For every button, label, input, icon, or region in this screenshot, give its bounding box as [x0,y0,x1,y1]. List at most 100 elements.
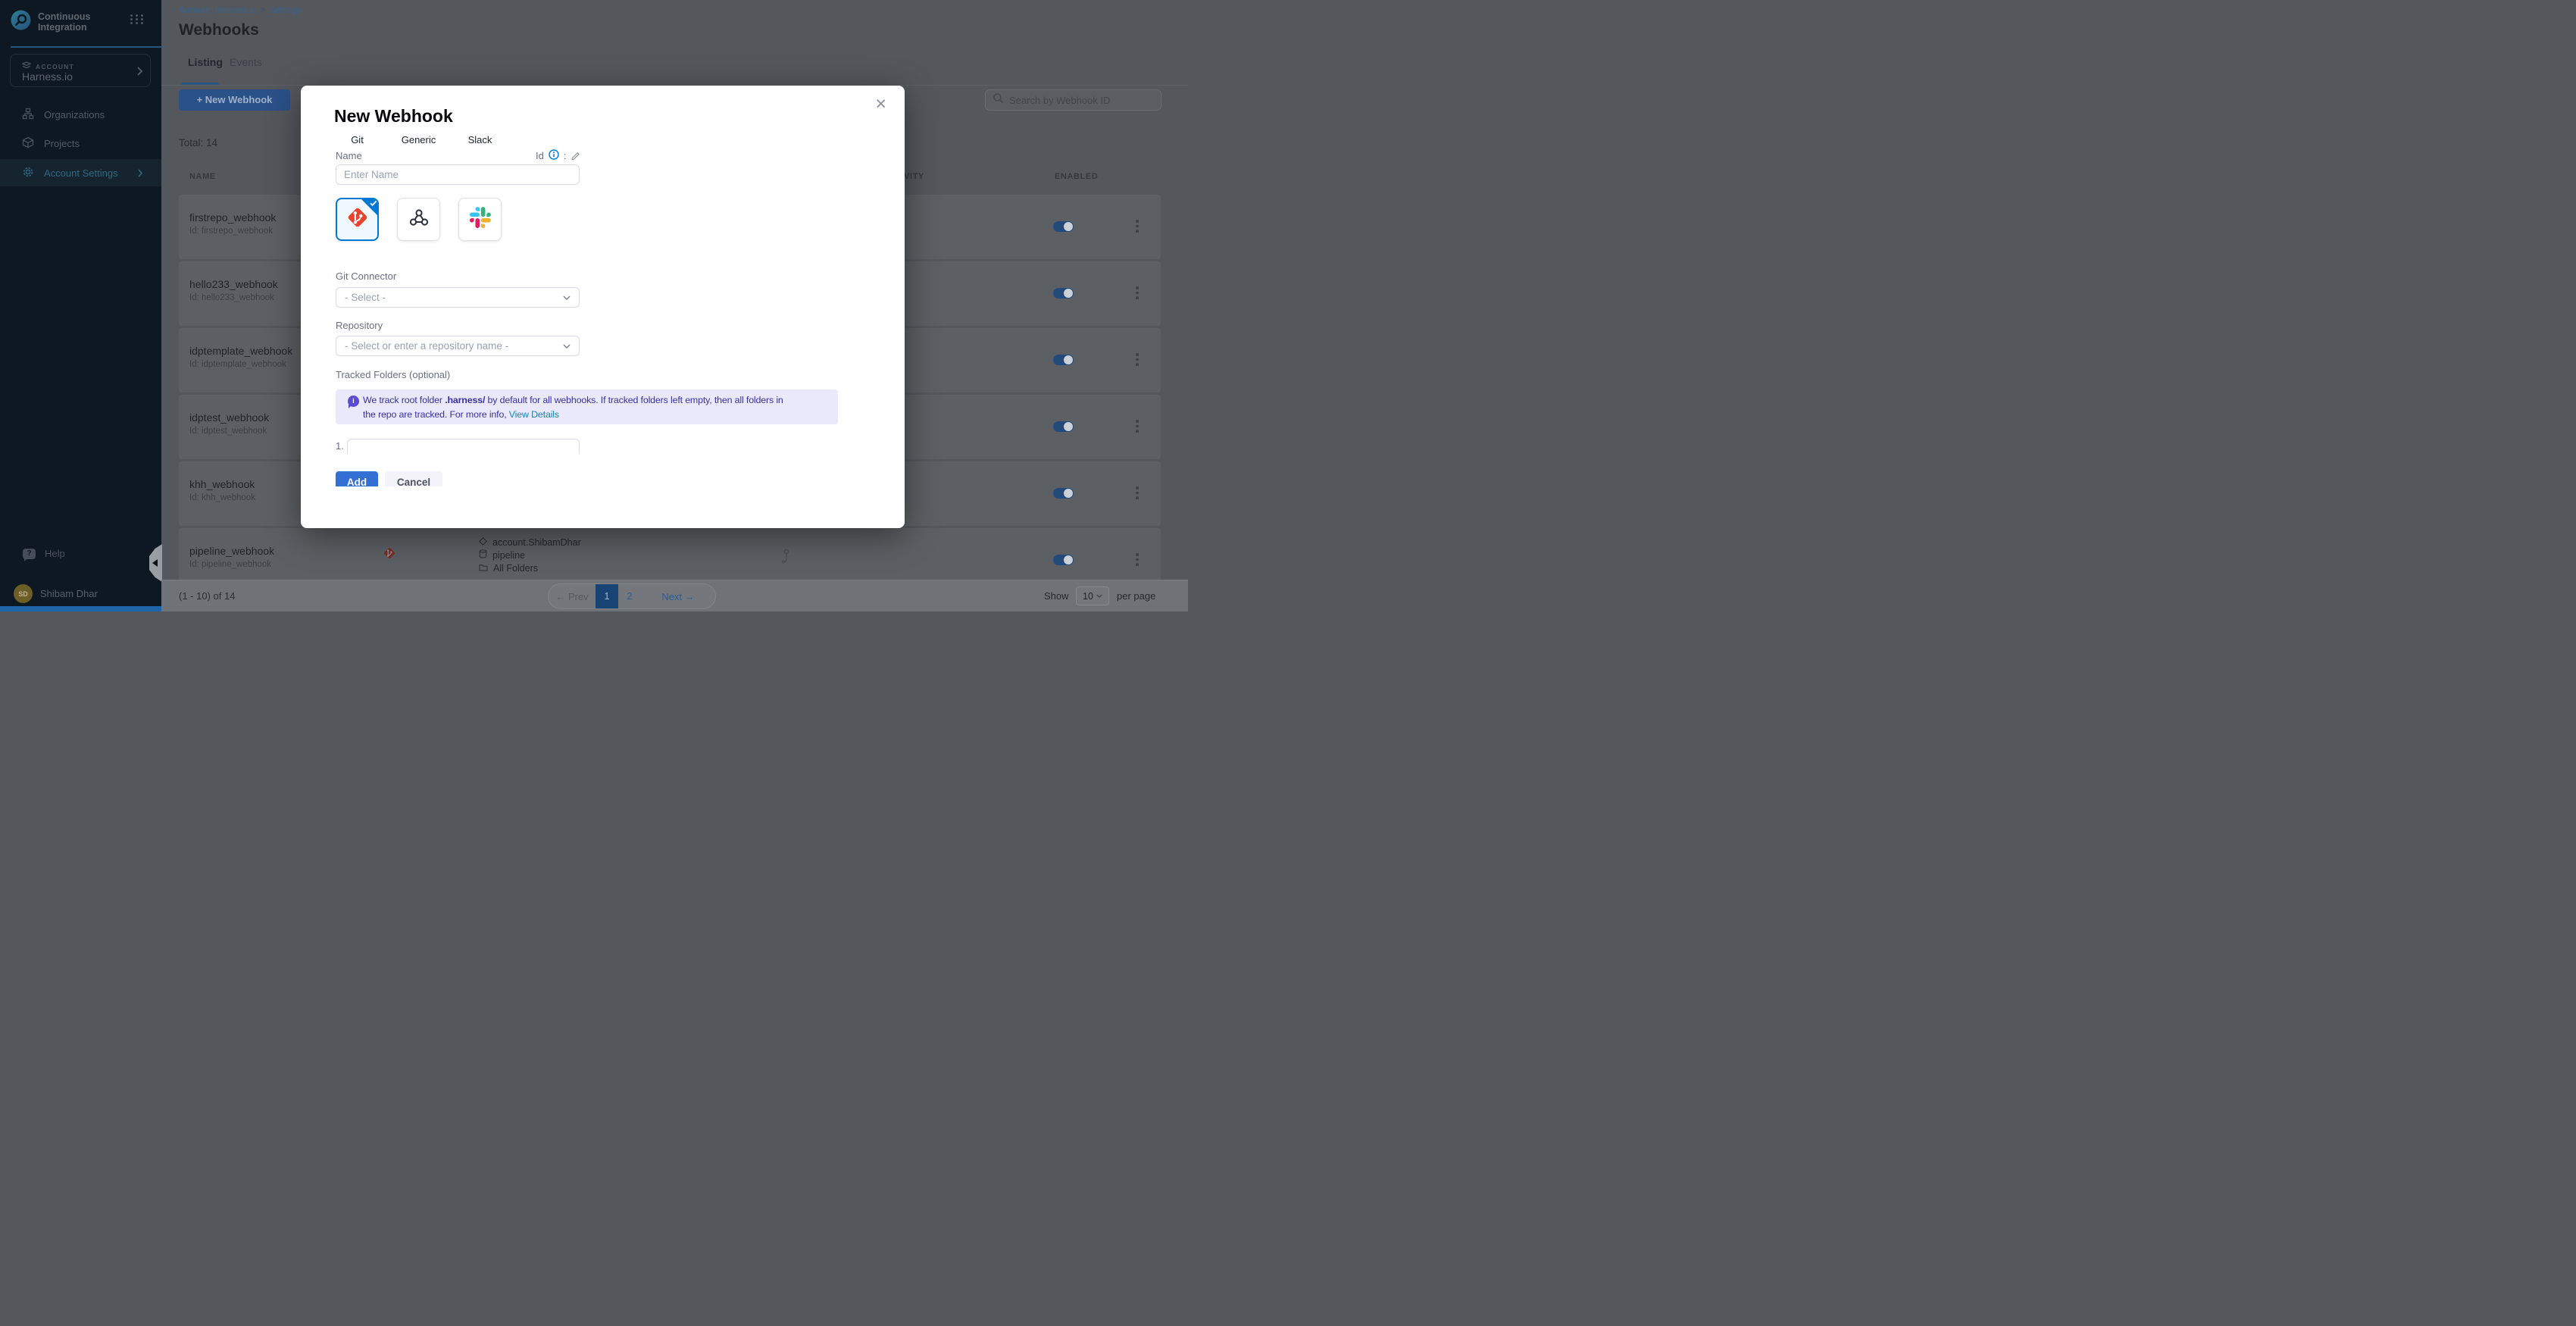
edit-id-icon[interactable] [571,150,580,162]
id-separator: : [564,150,567,161]
gear-icon [22,166,34,180]
help-icon: ? [23,549,36,559]
name-label: Name [336,150,362,161]
provider-cards [336,198,502,241]
folder-row-index: 1. [336,440,344,452]
tab-listing[interactable]: Listing [188,56,223,68]
repository-icon [479,549,487,561]
repository-value: - Select or enter a repository name - [345,340,508,352]
info-icon: i [348,396,359,407]
provider-label-slack: Slack [458,134,502,145]
info-icon[interactable] [549,149,559,162]
activity-icon [780,548,792,568]
row-menu-button[interactable] [1134,353,1140,368]
total-count: Total: 14 [179,137,217,149]
app-switcher-icon[interactable] [130,14,145,24]
repository-label: Repository [336,320,383,331]
enabled-toggle[interactable] [1053,555,1074,565]
page-title: Webhooks [179,21,259,39]
tracked-folders-ref: All Folders [493,563,538,574]
webhook-name-input[interactable] [336,164,580,185]
add-button[interactable]: Add [336,471,378,486]
toggle-knob [1064,422,1073,431]
webhook-name: idptemplate_webhook [189,345,292,357]
slack-logo-icon [470,207,491,232]
account-name: Harness.io [22,70,73,83]
close-icon[interactable]: × [875,95,886,114]
account-selector[interactable]: ACCOUNT Harness.io [10,54,151,87]
connector-icon [479,537,487,548]
webhook-name: khh_webhook [189,478,255,490]
enabled-toggle[interactable] [1053,488,1074,499]
new-webhook-modal: × New Webhook Name Id : [301,86,905,528]
bottom-accent-bar [0,606,161,611]
product-name: Continuous Integration [38,11,121,33]
provider-card-git[interactable] [336,198,379,241]
enabled-toggle[interactable] [1053,288,1074,299]
pager: ← Prev 1 2 Next → [548,583,716,609]
chevron-down-icon [563,344,571,349]
webhook-generic-icon [408,206,430,233]
tab-events[interactable]: Events [230,56,262,68]
page-1-button[interactable]: 1 [596,583,618,609]
help-button[interactable]: ? Help [23,548,65,559]
page-2-button[interactable]: 2 [618,583,641,609]
show-label: Show [1044,590,1069,602]
row-menu-button[interactable] [1134,486,1140,502]
user-profile[interactable]: SD Shibam Dhar [14,584,98,603]
breadcrumb-settings-link[interactable]: Settings [270,6,302,15]
help-label: Help [45,548,65,559]
column-header-name: NAME [189,172,216,181]
collapse-arrow-icon [152,559,158,567]
enabled-toggle[interactable] [1053,355,1074,365]
folder-icon [479,563,488,574]
webhook-id: Id: hello233_webhook [189,293,274,302]
connector-ref: account.ShibamDhar [492,537,581,548]
search-input[interactable] [1009,95,1146,106]
next-page-button[interactable]: Next → [641,591,715,602]
enabled-toggle[interactable] [1053,221,1074,232]
webhook-id: Id: idptemplate_webhook [189,360,286,369]
new-webhook-button[interactable]: + New Webhook [179,89,290,111]
toggle-knob [1064,489,1073,498]
tracked-folder-input[interactable] [347,439,580,454]
webhook-id: Id: idptest_webhook [189,427,267,436]
page-size-value: 10 [1083,591,1093,602]
git-connector-value: - Select - [345,292,386,303]
per-page-label: per page [1117,590,1155,602]
enabled-toggle[interactable] [1053,421,1074,432]
sidebar-item-projects[interactable]: Projects [0,130,161,157]
toggle-knob [1064,289,1073,298]
repository-select[interactable]: - Select or enter a repository name - [336,336,580,356]
git-provider-icon [383,546,396,564]
harness-ci-logo-icon [11,10,31,34]
toggle-knob [1064,355,1073,364]
sidebar-item-label: Projects [44,138,80,149]
chevron-right-icon [138,168,142,180]
row-menu-button[interactable] [1134,286,1140,302]
cancel-button[interactable]: Cancel [385,471,442,486]
provider-label-git: Git [336,134,379,145]
breadcrumb-account-link[interactable]: Account: Harness.io [179,6,257,15]
webhook-search[interactable] [985,89,1161,111]
provider-card-generic[interactable] [397,198,440,241]
row-menu-button[interactable] [1134,553,1140,568]
selected-check-icon [360,198,379,217]
provider-card-slack[interactable] [458,198,502,241]
sidebar: Continuous Integration ACCOUNT Harness.i… [0,0,161,611]
row-menu-button[interactable] [1134,220,1140,235]
product-header[interactable]: Continuous Integration [11,10,151,40]
sidebar-item-account-settings[interactable]: Account Settings [0,159,161,186]
view-details-link[interactable]: View Details [509,409,559,420]
tracked-folders-label: Tracked Folders (optional) [336,369,450,380]
webhook-name: pipeline_webhook [189,545,274,557]
git-connector-label: Git Connector [336,271,396,282]
page-size-select[interactable]: 10 [1076,586,1109,605]
row-menu-button[interactable] [1134,420,1140,435]
toggle-knob [1064,222,1073,231]
prev-page-button[interactable]: ← Prev [549,591,596,602]
git-connector-select[interactable]: - Select - [336,287,580,308]
webhook-name: idptest_webhook [189,411,269,424]
info-banner-text: We track root folder .harness/ by defaul… [363,393,783,422]
sidebar-item-organizations[interactable]: Organizations [0,101,161,128]
